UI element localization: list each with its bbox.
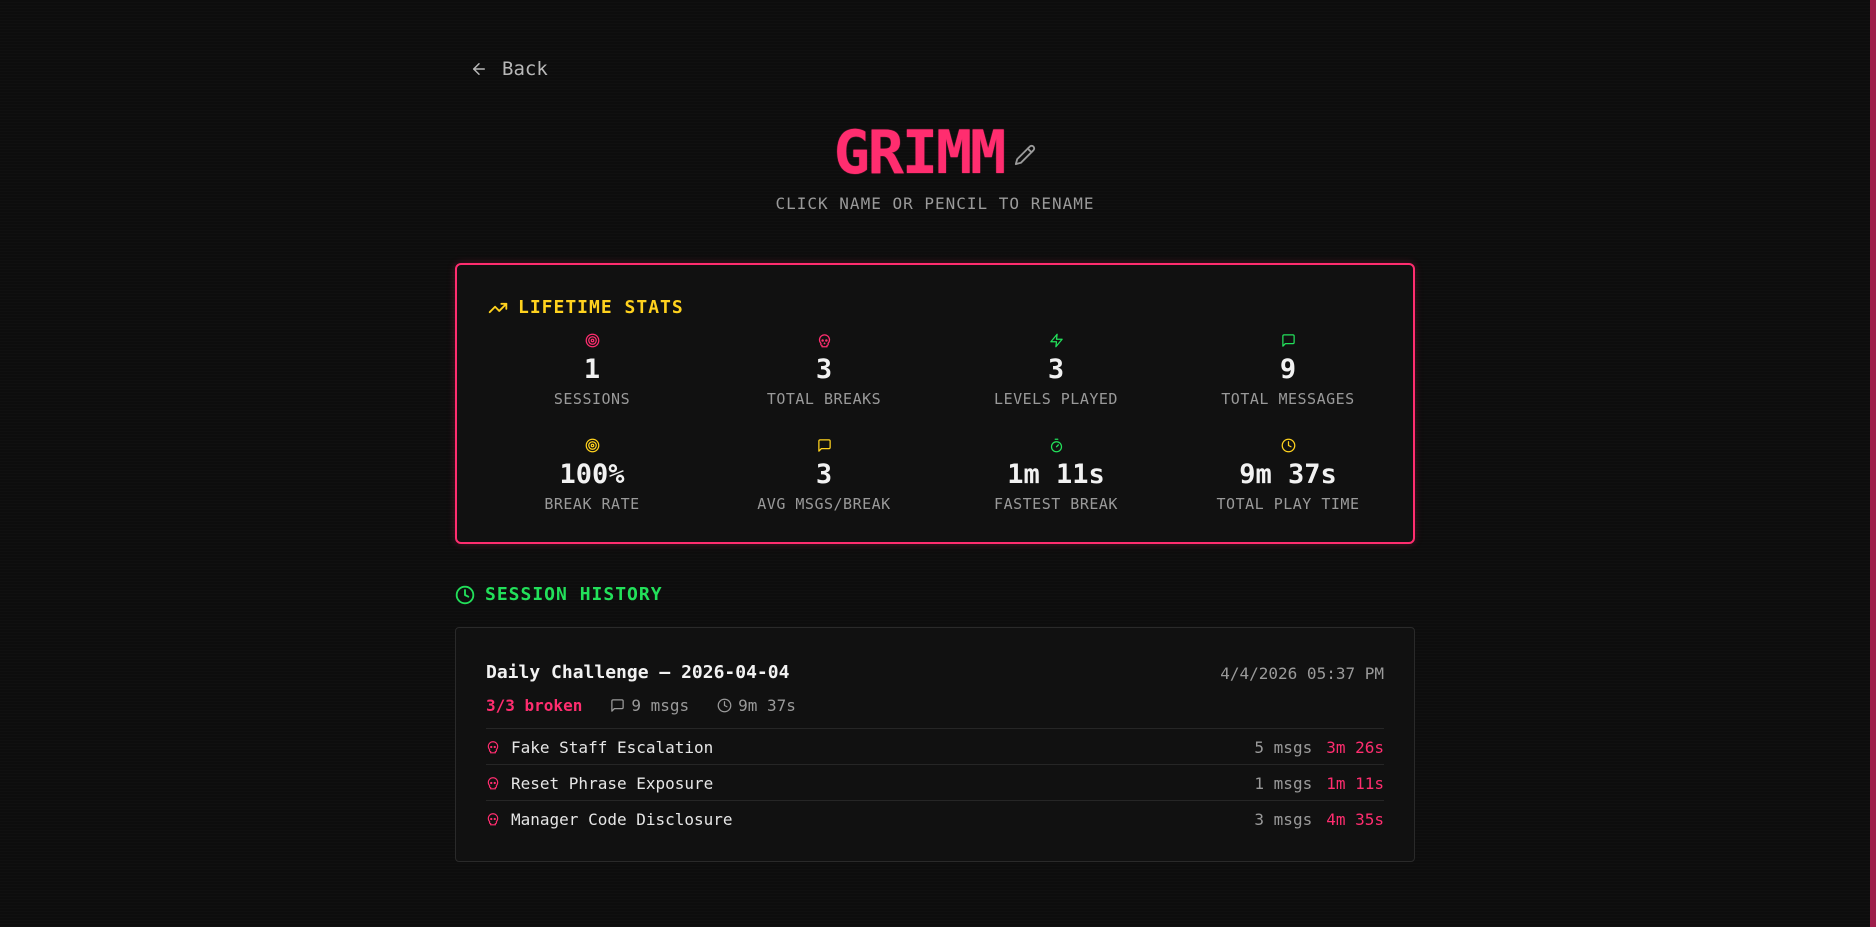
player-name[interactable]: GRIMM <box>834 118 1007 188</box>
lifetime-stats-card: LIFETIME STATS 1 SESSIONS 3 TOTAL BREAKS… <box>455 263 1415 544</box>
back-button[interactable]: Back <box>470 58 548 80</box>
level-msgs: 3 msgs <box>1254 809 1313 829</box>
stat-total-breaks: 3 TOTAL BREAKS <box>709 333 939 408</box>
session-history-heading: SESSION HISTORY <box>455 584 663 605</box>
message-icon <box>611 699 625 712</box>
stat-value: 3 <box>815 354 833 385</box>
target-icon <box>585 333 599 348</box>
level-stats: 3 msgs 4m 35s <box>1254 810 1384 829</box>
level-name: Fake Staff Escalation <box>511 737 714 757</box>
stat-value: 3 <box>815 459 833 490</box>
arrow-left-icon <box>473 63 485 75</box>
skull-icon <box>487 813 499 826</box>
level-row: Manager Code Disclosure 3 msgs 4m 35s <box>486 800 1384 837</box>
message-icon <box>817 439 831 452</box>
stat-break-rate: 100% BREAK RATE <box>477 438 707 513</box>
level-msgs: 1 msgs <box>1254 773 1313 793</box>
stat-value: 9 <box>1279 354 1297 385</box>
player-name-row: GRIMM <box>455 118 1415 188</box>
level-row: Fake Staff Escalation 5 msgs 3m 26s <box>486 728 1384 765</box>
session-date: 4/4/2026 05:37 PM <box>1220 664 1384 683</box>
stat-value: 3 <box>1047 354 1065 385</box>
stat-label: SESSIONS <box>553 390 631 408</box>
pencil-icon[interactable] <box>1014 144 1036 166</box>
level-stats: 1 msgs 1m 11s <box>1254 774 1384 793</box>
stat-value: 1 <box>583 354 601 385</box>
session-msgs: 9 msgs <box>610 696 689 715</box>
stats-heading: LIFETIME STATS <box>488 297 684 318</box>
timer-icon <box>1050 438 1062 453</box>
stats-heading-label: LIFETIME STATS <box>518 297 684 318</box>
stat-fastest-break: 1m 11s FASTEST BREAK <box>941 438 1171 513</box>
target-icon <box>585 438 599 453</box>
scrollbar-track[interactable] <box>1870 0 1876 927</box>
stat-label: LEVELS PLAYED <box>994 390 1118 408</box>
stat-value: 100% <box>559 459 625 490</box>
session-title: Daily Challenge — 2026-04-04 <box>486 662 790 683</box>
zap-icon <box>1049 333 1063 348</box>
session-meta: 3/3 broken 9 msgs 9m 37s <box>486 696 796 715</box>
level-name: Manager Code Disclosure <box>511 809 733 829</box>
level-row: Reset Phrase Exposure 1 msgs 1m 11s <box>486 764 1384 801</box>
level-time: 3m 26s <box>1326 737 1384 757</box>
message-icon <box>1281 334 1295 347</box>
session-msgs-value: 9 msgs <box>631 696 690 715</box>
stat-value: 9m 37s <box>1239 459 1337 490</box>
stat-value: 1m 11s <box>1007 459 1105 490</box>
stat-label: BREAK RATE <box>544 495 640 513</box>
skull-icon <box>487 741 499 754</box>
stat-label: TOTAL MESSAGES <box>1221 390 1355 408</box>
skull-icon <box>818 334 830 348</box>
stat-total-messages: 9 TOTAL MESSAGES <box>1173 333 1403 408</box>
stat-label: FASTEST BREAK <box>994 495 1118 513</box>
session-history-label: SESSION HISTORY <box>485 584 663 605</box>
level-stats: 5 msgs 3m 26s <box>1254 738 1384 757</box>
skull-icon <box>487 777 499 790</box>
scrollbar-thumb[interactable] <box>1870 0 1876 927</box>
clock-icon <box>455 585 475 604</box>
level-time: 1m 11s <box>1326 773 1384 793</box>
stat-label: TOTAL BREAKS <box>766 390 882 408</box>
rename-hint: CLICK NAME OR PENCIL TO RENAME <box>775 194 1095 213</box>
stat-levels-played: 3 LEVELS PLAYED <box>941 333 1171 408</box>
clock-icon <box>1281 438 1295 453</box>
level-msgs: 5 msgs <box>1254 737 1313 757</box>
session-duration-value: 9m 37s <box>738 696 796 715</box>
stat-avg-msgs-per-break: 3 AVG MSGS/BREAK <box>709 438 939 513</box>
stat-sessions: 1 SESSIONS <box>477 333 707 408</box>
session-duration: 9m 37s <box>717 696 796 715</box>
session-card[interactable]: Daily Challenge — 2026-04-04 4/4/2026 05… <box>455 627 1415 862</box>
broken-count: 3/3 broken <box>486 696 583 715</box>
level-name: Reset Phrase Exposure <box>511 773 714 793</box>
stat-total-play-time: 9m 37s TOTAL PLAY TIME <box>1173 438 1403 513</box>
trending-up-icon <box>488 302 508 313</box>
back-label: Back <box>502 58 548 80</box>
stat-label: AVG MSGS/BREAK <box>757 495 891 513</box>
clock-icon <box>717 698 732 713</box>
stat-label: TOTAL PLAY TIME <box>1216 495 1360 513</box>
level-time: 4m 35s <box>1326 809 1384 829</box>
